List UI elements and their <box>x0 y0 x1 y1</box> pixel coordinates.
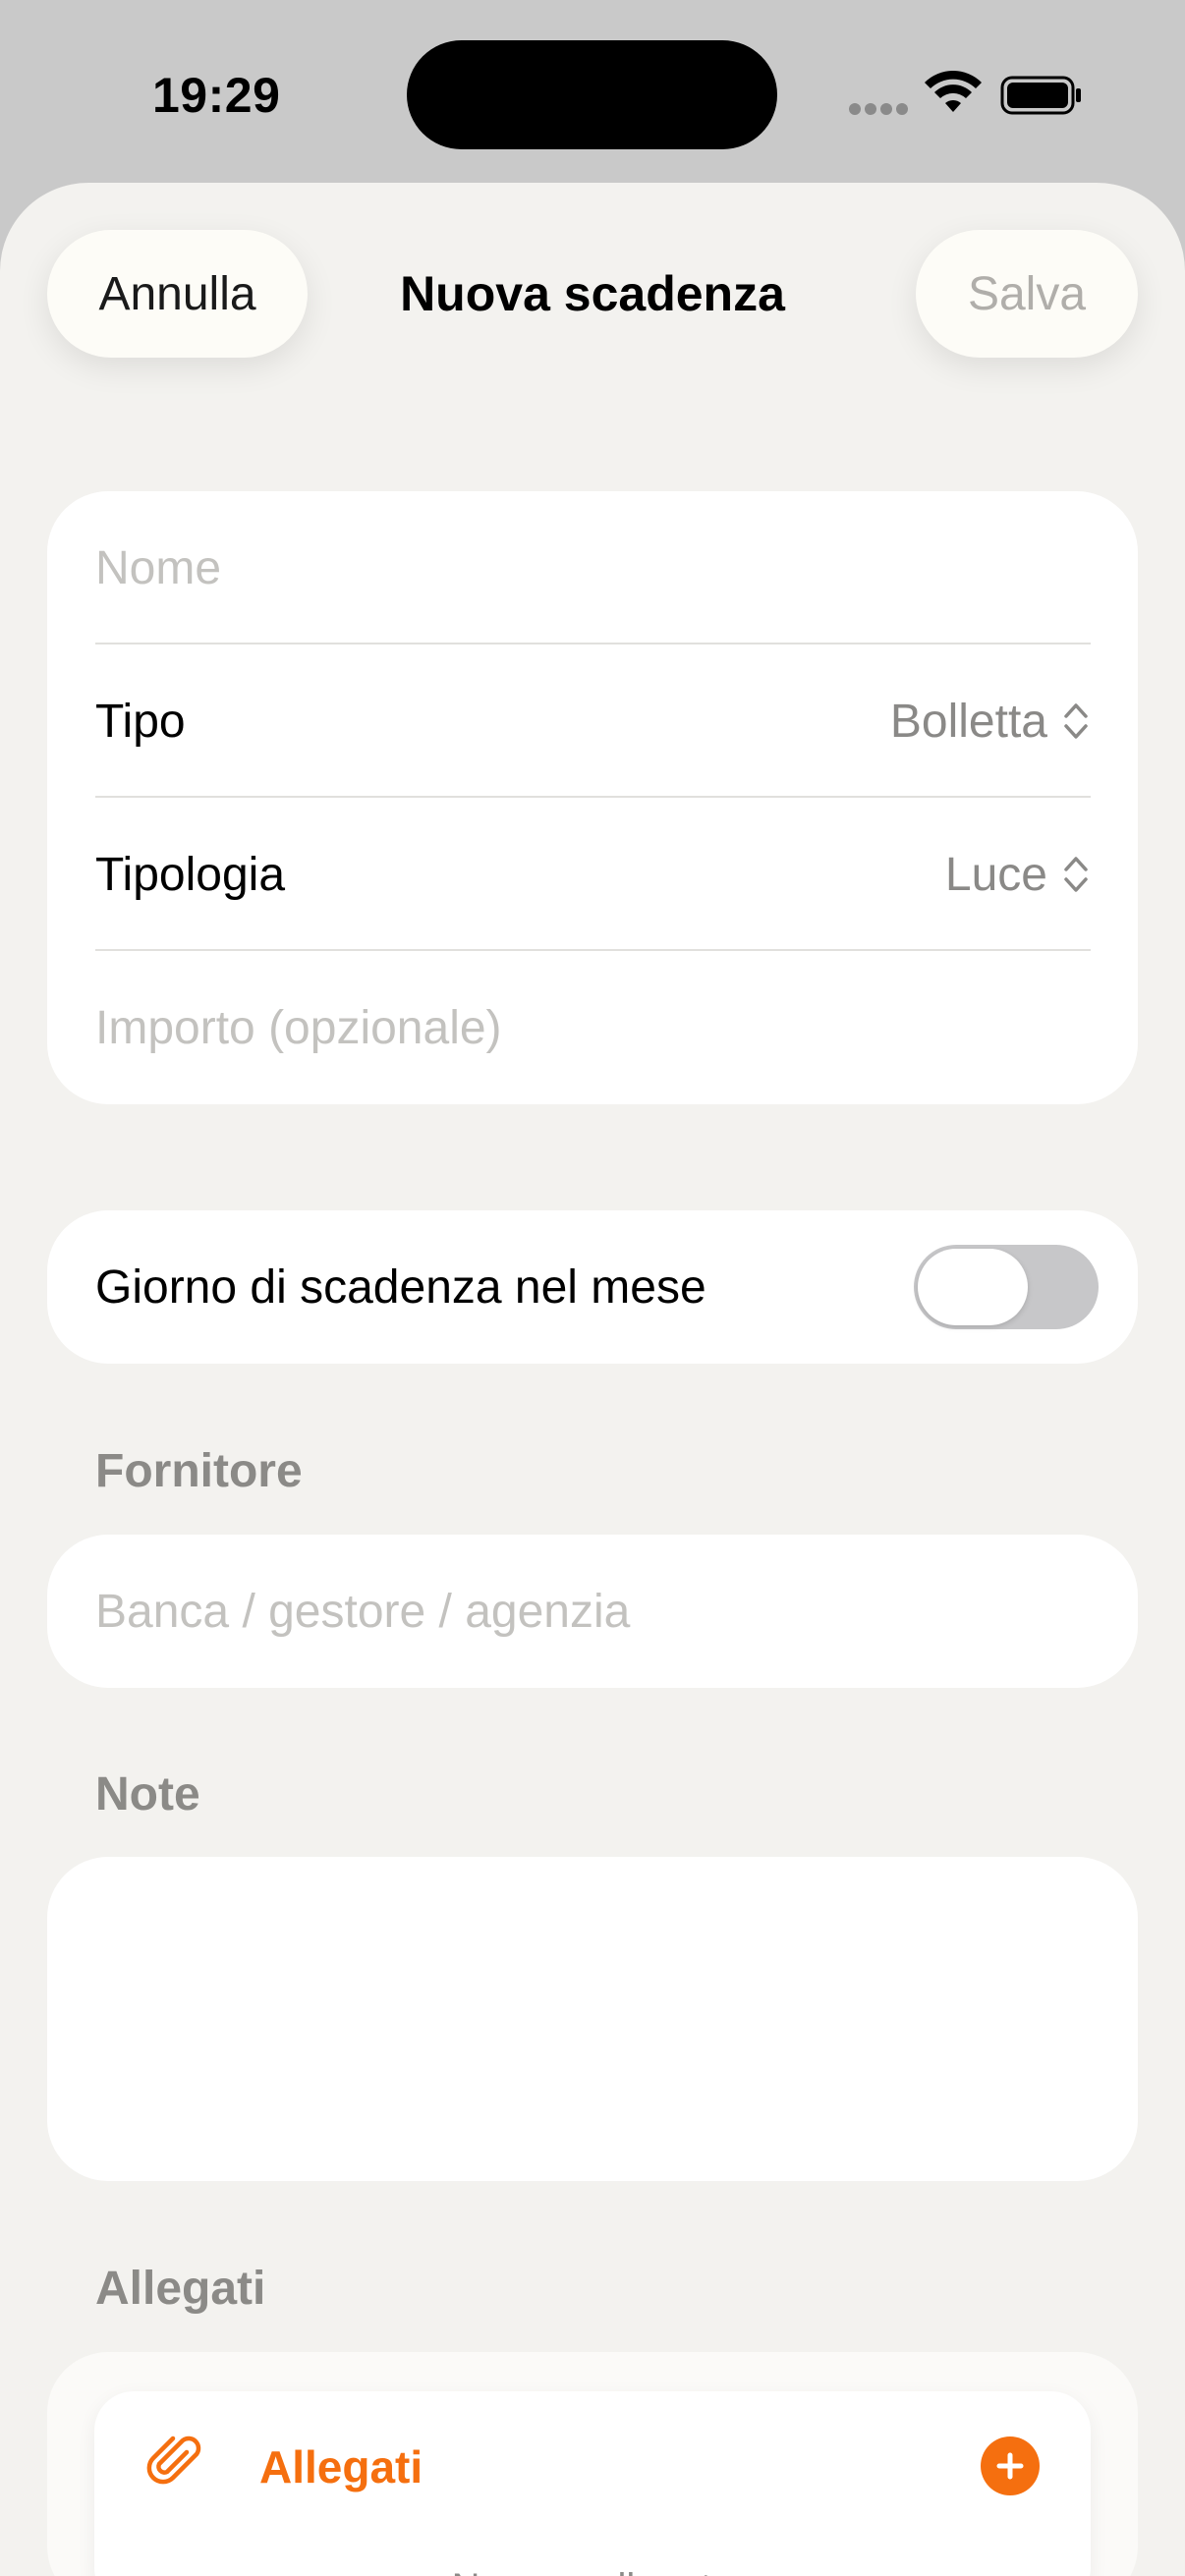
notes-textarea[interactable] <box>47 1857 1138 2181</box>
due-day-row: Giorno di scadenza nel mese <box>95 1210 1099 1364</box>
name-placeholder: Nome <box>95 541 222 594</box>
attachments-title: Allegati <box>259 2441 423 2492</box>
attachments-section-label: Allegati <box>95 2263 266 2315</box>
attachments-empty-text: Nessun allegato <box>94 2566 1091 2576</box>
category-label: Tipologia <box>95 848 286 901</box>
category-value-wrap: Luce <box>945 848 1091 902</box>
attachments-panel: Allegati Nessun allegato <box>94 2391 1091 2576</box>
new-deadline-sheet: Annulla Nuova scadenza Salva Nome Tipo B… <box>0 183 1185 2576</box>
dynamic-island <box>407 40 777 149</box>
updown-chevron-icon <box>1064 703 1088 739</box>
amount-placeholder: Importo (opzionale) <box>95 1001 502 1054</box>
supplier-field[interactable]: Banca / gestore / agenzia <box>47 1535 1138 1688</box>
type-value: Bolletta <box>889 695 1047 748</box>
due-day-toggle[interactable] <box>914 1245 1099 1329</box>
paperclip-icon <box>146 2436 201 2485</box>
updown-chevron-icon <box>1064 857 1088 892</box>
supplier-placeholder: Banca / gestore / agenzia <box>95 1585 631 1638</box>
type-value-wrap: Bolletta <box>890 695 1091 749</box>
supplier-section-label: Fornitore <box>95 1445 303 1497</box>
add-attachment-button[interactable] <box>981 2436 1040 2495</box>
notes-section-label: Note <box>95 1768 200 1820</box>
cellular-signal-icon <box>849 102 912 116</box>
wifi-icon <box>925 71 982 112</box>
name-field[interactable]: Nome <box>95 491 1091 644</box>
toggle-knob <box>918 1249 1028 1325</box>
due-day-label: Giorno di scadenza nel mese <box>95 1260 706 1314</box>
type-picker[interactable]: Tipo Bolletta <box>95 644 1091 798</box>
save-button[interactable]: Salva <box>916 230 1138 358</box>
amount-field[interactable]: Importo (opzionale) <box>95 951 1091 1104</box>
status-bar: 19:29 <box>0 0 1185 187</box>
status-time: 19:29 <box>152 68 281 123</box>
attachments-card: Allegati Nessun allegato <box>47 2352 1138 2576</box>
category-picker[interactable]: Tipologia Luce <box>95 798 1091 951</box>
due-day-card: Giorno di scadenza nel mese <box>47 1210 1138 1364</box>
main-form-card: Nome Tipo Bolletta Tipologia Luce Import… <box>47 491 1138 1104</box>
plus-icon <box>996 2452 1024 2480</box>
battery-icon <box>1000 76 1081 115</box>
type-label: Tipo <box>95 695 186 748</box>
category-value: Luce <box>944 848 1047 901</box>
